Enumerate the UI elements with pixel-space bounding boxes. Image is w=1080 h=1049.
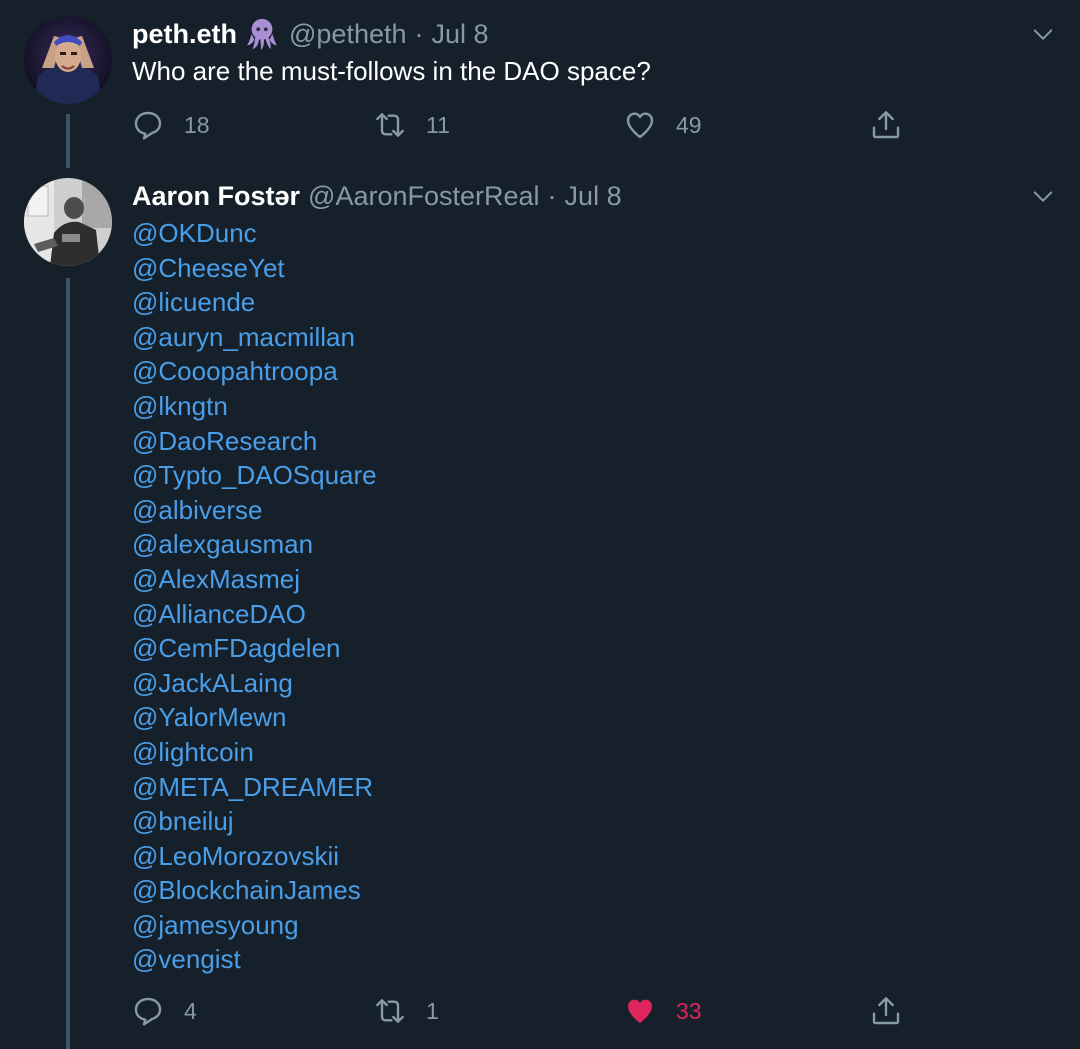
mention-link[interactable]: @alexgausman <box>132 527 377 562</box>
mention-link[interactable]: @OKDunc <box>132 216 377 251</box>
mention-link[interactable]: @albiverse <box>132 493 377 528</box>
tweet-actions: 18 11 49 <box>132 105 912 145</box>
mention-link[interactable]: @CemFDagdelen <box>132 631 377 666</box>
retweet-count: 1 <box>426 997 439 1024</box>
avatar[interactable] <box>24 16 112 104</box>
mention-link[interactable]: @LeoMorozovskii <box>132 839 377 874</box>
separator-dot: · <box>414 18 424 49</box>
original-tweet[interactable]: peth.eth @petheth · Jul 8 Who are the mu… <box>0 0 1080 168</box>
retweet-count: 11 <box>426 111 450 138</box>
reply-icon <box>134 997 162 1026</box>
reply-count: 18 <box>184 111 210 138</box>
reply-count: 4 <box>184 997 197 1024</box>
user-handle[interactable]: @petheth <box>289 19 407 50</box>
chevron-down-icon[interactable] <box>1032 24 1054 46</box>
mention-link[interactable]: @JackALaing <box>132 666 377 701</box>
heart-icon <box>626 112 654 139</box>
tweet-date[interactable]: Jul 8 <box>565 181 622 212</box>
heart-filled-icon <box>628 999 652 1023</box>
mention-link[interactable]: @auryn_macmillan <box>132 320 377 355</box>
mention-link[interactable]: @licuende <box>132 285 377 320</box>
tweet-actions: 4 1 33 <box>132 991 912 1031</box>
mention-link[interactable]: @AllianceDAO <box>132 597 377 632</box>
mention-link[interactable]: @META_DREAMER <box>132 770 377 805</box>
tweet-text: Who are the must-follows in the DAO spac… <box>132 56 651 86</box>
mention-link[interactable]: @Cooopahtroopa <box>132 354 377 389</box>
tweet-header: Aaron Fostǝr @AaronFosterReal · Jul 8 <box>132 178 622 214</box>
reply-tweet[interactable]: Aaron Fostǝr @AaronFosterReal · Jul 8 @O… <box>0 160 1080 1049</box>
display-name[interactable]: Aaron Fostǝr <box>132 181 300 212</box>
avatar-aaron-image <box>24 178 112 266</box>
mention-link[interactable]: @AlexMasmej <box>132 562 377 597</box>
retweet-button[interactable]: 11 <box>374 105 450 145</box>
mention-link[interactable]: @jamesyoung <box>132 908 377 943</box>
like-count: 49 <box>676 111 702 138</box>
chevron-down-icon[interactable] <box>1032 186 1054 208</box>
mention-list: @OKDunc @CheeseYet @licuende @auryn_macm… <box>132 216 377 977</box>
mention-link[interactable]: @BlockchainJames <box>132 873 377 908</box>
avatar-peth-image <box>24 16 112 104</box>
share-icon <box>872 997 900 1025</box>
share-icon <box>872 111 900 139</box>
mention-link[interactable]: @bneiluj <box>132 804 377 839</box>
display-name[interactable]: peth.eth <box>132 19 237 50</box>
mention-link[interactable]: @lightcoin <box>132 735 377 770</box>
separator-dot: · <box>547 180 557 211</box>
mention-link[interactable]: @DaoResearch <box>132 424 377 459</box>
mention-link[interactable]: @Typto_DAOSquare <box>132 458 377 493</box>
like-button[interactable]: 33 <box>624 991 702 1031</box>
like-button[interactable]: 49 <box>624 105 702 145</box>
tweet-header: peth.eth @petheth · Jul 8 <box>132 16 489 52</box>
reply-icon <box>134 111 162 140</box>
share-button[interactable] <box>870 991 902 1031</box>
conversation-thread: peth.eth @petheth · Jul 8 Who are the mu… <box>0 0 1080 1049</box>
retweet-icon <box>376 999 404 1023</box>
reply-button[interactable]: 4 <box>132 991 197 1031</box>
octopus-emoji-icon <box>245 17 279 51</box>
retweet-icon <box>376 113 404 137</box>
avatar[interactable] <box>24 178 112 266</box>
mention-link[interactable]: @lkngtn <box>132 389 377 424</box>
mention-link[interactable]: @vengist <box>132 942 377 977</box>
share-button[interactable] <box>870 105 902 145</box>
reply-button[interactable]: 18 <box>132 105 210 145</box>
mention-link[interactable]: @CheeseYet <box>132 251 377 286</box>
user-handle[interactable]: @AaronFosterReal <box>308 181 540 212</box>
mention-link[interactable]: @YalorMewn <box>132 700 377 735</box>
tweet-date[interactable]: Jul 8 <box>432 19 489 50</box>
retweet-button[interactable]: 1 <box>374 991 439 1031</box>
like-count: 33 <box>676 997 702 1024</box>
thread-connector-line <box>66 278 70 1049</box>
